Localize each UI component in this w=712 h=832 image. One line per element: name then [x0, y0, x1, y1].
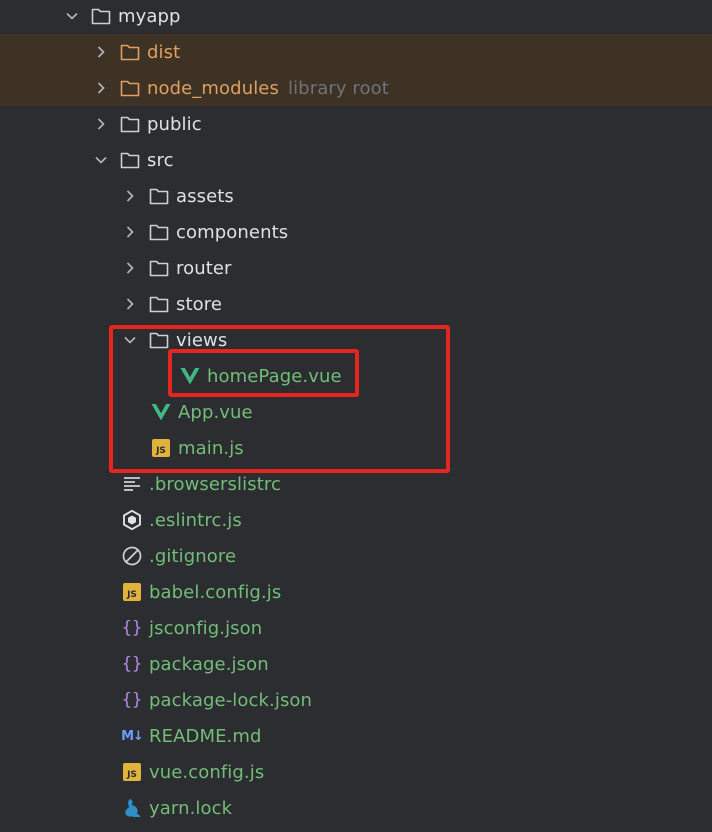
json-file-icon: {}: [121, 617, 143, 639]
tree-node-label: .browserslistrc: [149, 473, 281, 495]
tree-node-label: package-lock.json: [149, 689, 313, 711]
js-file-icon: JS: [121, 761, 143, 783]
chevron-right-icon[interactable]: [122, 250, 138, 286]
tree-node-store[interactable]: store: [0, 286, 712, 322]
folder-icon: [119, 41, 141, 63]
tree-node-package-json[interactable]: {} package.json: [0, 646, 712, 682]
chevron-right-icon[interactable]: [93, 70, 109, 106]
chevron-right-icon[interactable]: [122, 178, 138, 214]
json-glyph: {}: [121, 618, 143, 638]
tree-node-myapp[interactable]: myapp: [0, 0, 712, 34]
tree-node-src[interactable]: src: [0, 142, 712, 178]
json-glyph: {}: [121, 654, 143, 674]
tree-node-label: vue.config.js: [149, 761, 265, 783]
ignore-file-icon: [121, 545, 143, 567]
tree-node-package-lock-json[interactable]: {} package-lock.json: [0, 682, 712, 718]
tree-node-label: node_modules: [147, 77, 279, 99]
json-glyph: {}: [121, 690, 143, 710]
chevron-down-icon[interactable]: [93, 142, 109, 178]
tree-node-node-modules[interactable]: node_modules library root: [0, 70, 712, 106]
text-file-icon: [121, 473, 143, 495]
folder-icon: [148, 257, 170, 279]
chevron-right-icon[interactable]: [93, 106, 109, 142]
js-file-icon: JS: [121, 581, 143, 603]
json-file-icon: {}: [121, 653, 143, 675]
tree-node-label: store: [176, 293, 223, 315]
tree-node-label: assets: [176, 185, 234, 207]
folder-icon: [148, 221, 170, 243]
tree-node-label: router: [176, 257, 232, 279]
tree-node-label: myapp: [118, 5, 181, 27]
folder-icon: [119, 113, 141, 135]
yarn-file-icon: [121, 797, 143, 819]
js-badge: JS: [123, 583, 141, 601]
chevron-right-icon[interactable]: [93, 34, 109, 70]
tree-node-label: jsconfig.json: [149, 617, 263, 639]
highlight-box-views-group: [109, 325, 450, 473]
library-root-hint: library root: [287, 77, 389, 99]
tree-node-label: babel.config.js: [149, 581, 282, 603]
tree-node-label: components: [176, 221, 289, 243]
tree-node-label: package.json: [149, 653, 269, 675]
tree-node-router[interactable]: router: [0, 250, 712, 286]
tree-node-dist[interactable]: dist: [0, 34, 712, 70]
js-badge: JS: [123, 763, 141, 781]
highlight-box-homepage: [168, 349, 359, 397]
tree-node-label: src: [147, 149, 174, 171]
tree-node-public[interactable]: public: [0, 106, 712, 142]
folder-icon: [119, 77, 141, 99]
tree-node-assets[interactable]: assets: [0, 178, 712, 214]
tree-node-label: .gitignore: [149, 545, 237, 567]
tree-node-label: yarn.lock: [149, 797, 233, 819]
tree-node-readme-md[interactable]: M↓ README.md: [0, 718, 712, 754]
chevron-right-icon[interactable]: [122, 214, 138, 250]
json-file-icon: {}: [121, 689, 143, 711]
folder-icon: [148, 185, 170, 207]
eslint-file-icon: [121, 509, 143, 531]
md-badge: M↓: [121, 728, 144, 744]
tree-node-components[interactable]: components: [0, 214, 712, 250]
tree-node-eslintrc-js[interactable]: .eslintrc.js: [0, 502, 712, 538]
markdown-file-icon: M↓: [121, 725, 144, 747]
tree-node-gitignore[interactable]: .gitignore: [0, 538, 712, 574]
folder-icon: [90, 5, 112, 27]
chevron-right-icon[interactable]: [122, 286, 138, 322]
folder-icon: [119, 149, 141, 171]
tree-node-vue-config-js[interactable]: JS vue.config.js: [0, 754, 712, 790]
tree-node-yarn-lock[interactable]: yarn.lock: [0, 790, 712, 826]
tree-node-jsconfig-json[interactable]: {} jsconfig.json: [0, 610, 712, 646]
tree-node-label: README.md: [149, 725, 262, 747]
tree-node-label: .eslintrc.js: [149, 509, 242, 531]
tree-node-label: public: [147, 113, 202, 135]
tree-node-label: dist: [147, 41, 181, 63]
tree-node-babel-config-js[interactable]: JS babel.config.js: [0, 574, 712, 610]
folder-icon: [148, 293, 170, 315]
chevron-down-icon[interactable]: [64, 0, 80, 34]
